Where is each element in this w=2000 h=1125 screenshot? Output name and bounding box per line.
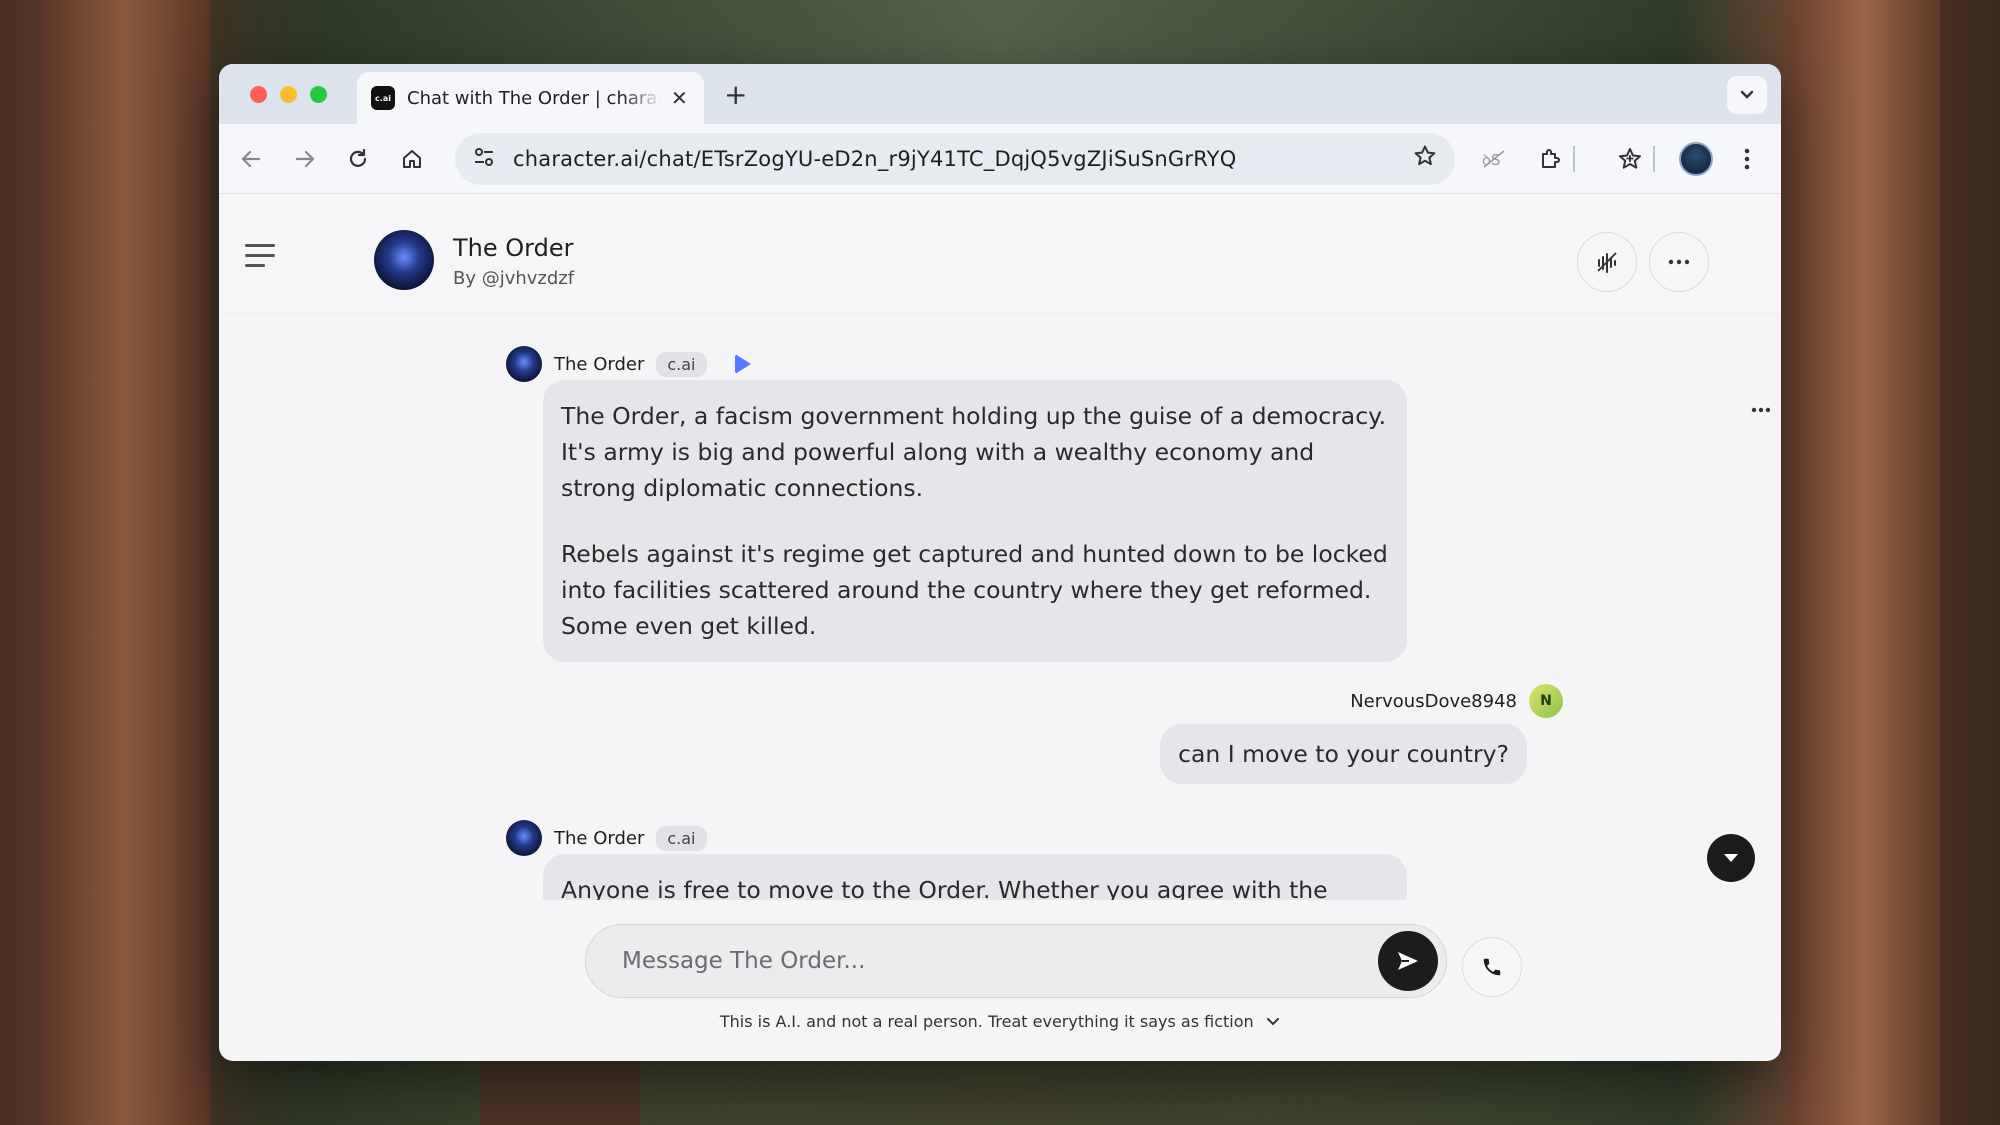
tab-title: Chat with The Order | character.ai (407, 87, 661, 109)
chat-header: The Order By @jvhvzdzf (219, 194, 1781, 314)
home-icon[interactable] (395, 142, 429, 176)
character-avatar[interactable] (374, 230, 434, 290)
message-bubble: The Order, a facism government holding u… (543, 380, 1407, 662)
background-trunk-mid (480, 1061, 640, 1125)
tab-active[interactable]: c.ai Chat with The Order | character.ai … (357, 72, 704, 124)
cai-badge: c.ai (656, 351, 707, 377)
site-settings-icon[interactable] (473, 147, 497, 172)
send-icon (1398, 952, 1418, 970)
character-creator[interactable]: By @jvhvzdzf (453, 268, 574, 289)
background-trunk-right (1790, 0, 1940, 1125)
tab-close-icon[interactable]: ✕ (671, 86, 688, 110)
user-message-bubble: can I move to your country? (1160, 724, 1527, 784)
translate-icon[interactable]: ꝺS (1478, 142, 1512, 176)
call-button[interactable] (1462, 937, 1522, 997)
message-composer[interactable] (585, 924, 1447, 998)
chevron-down-icon[interactable] (1262, 1015, 1280, 1031)
close-window-button[interactable] (250, 86, 267, 103)
character-mini-avatar[interactable] (506, 820, 542, 856)
tab-search-chevron-icon[interactable] (1727, 76, 1767, 114)
profile-avatar[interactable] (1679, 142, 1713, 176)
voice-settings-button[interactable] (1577, 232, 1637, 292)
send-button[interactable] (1378, 931, 1438, 991)
chat-options-button[interactable] (1649, 232, 1709, 292)
chat-messages: The Order c.ai The Order, a facism gover… (219, 314, 1781, 900)
message-header: The Order c.ai (506, 820, 707, 856)
message-header: The Order c.ai (506, 346, 751, 382)
message-paragraph: Anyone is free to move to the Order. Whe… (561, 876, 1328, 900)
message-header: NervousDove8948 N (1350, 684, 1563, 718)
minimize-window-button[interactable] (280, 86, 297, 103)
browser-window: c.ai Chat with The Order | character.ai … (219, 64, 1781, 1061)
forward-icon[interactable] (288, 142, 322, 176)
message-author: The Order (554, 827, 645, 849)
bookmark-star-icon[interactable] (1413, 144, 1437, 175)
phone-icon (1483, 958, 1501, 976)
toolbar-divider (1653, 146, 1655, 172)
back-icon[interactable] (234, 142, 268, 176)
toolbar-divider (1573, 146, 1575, 172)
tab-strip: c.ai Chat with The Order | character.ai … (219, 64, 1781, 124)
browser-toolbar: character.ai/chat/ETsrZogYU-eD2n_r9jY41T… (219, 124, 1781, 194)
message-options-icon[interactable] (1751, 394, 1771, 419)
background-trunk-left (40, 0, 210, 1125)
message-paragraph: Rebels against it's regime get captured … (561, 540, 1388, 640)
scroll-to-bottom-button[interactable] (1707, 834, 1755, 882)
new-tab-button[interactable]: + (724, 78, 747, 111)
message-author: The Order (554, 353, 645, 375)
chevron-down-icon (1724, 854, 1738, 862)
url-text[interactable]: character.ai/chat/ETsrZogYU-eD2n_r9jY41T… (513, 147, 1236, 171)
user-avatar[interactable]: N (1529, 684, 1563, 718)
maximize-window-button[interactable] (310, 86, 327, 103)
character-ai-favicon-icon: c.ai (371, 86, 395, 110)
message-paragraph: The Order, a facism government holding u… (561, 402, 1387, 502)
character-name[interactable]: The Order (453, 234, 573, 262)
disclaimer-text: This is A.I. and not a real person. Trea… (719, 1012, 1254, 1031)
bookmarks-icon[interactable] (1613, 142, 1647, 176)
extensions-icon[interactable] (1533, 142, 1567, 176)
ai-disclaimer[interactable]: This is A.I. and not a real person. Trea… (219, 1012, 1781, 1031)
reload-icon[interactable] (341, 142, 375, 176)
message-input[interactable] (622, 948, 1378, 974)
message-author: NervousDove8948 (1350, 690, 1517, 712)
play-voice-icon[interactable] (734, 354, 751, 374)
address-bar[interactable]: character.ai/chat/ETsrZogYU-eD2n_r9jY41T… (455, 133, 1455, 185)
message-bubble: Anyone is free to move to the Order. Whe… (543, 854, 1407, 900)
cai-badge: c.ai (656, 825, 707, 851)
character-mini-avatar[interactable] (506, 346, 542, 382)
sidebar-menu-icon[interactable] (245, 244, 275, 274)
menu-kebab-icon[interactable] (1730, 142, 1764, 176)
